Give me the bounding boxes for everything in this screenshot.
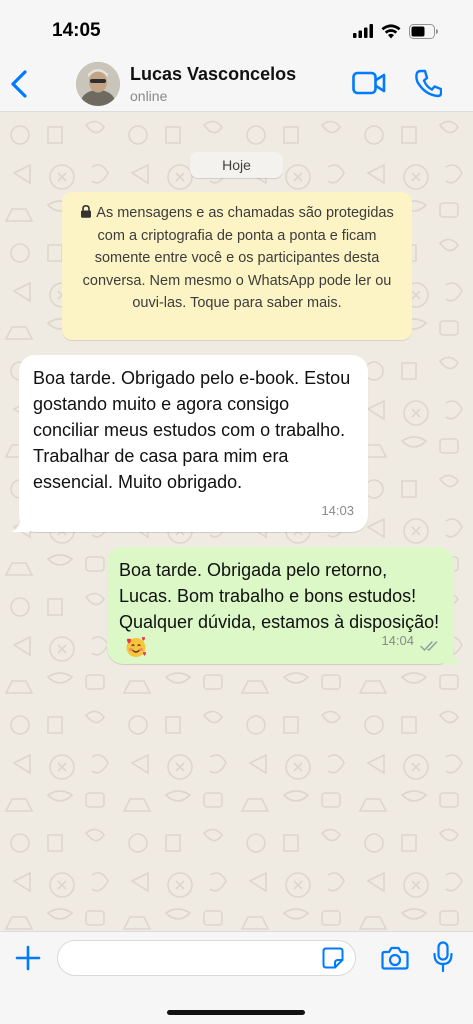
message-bubble-outgoing[interactable]: Boa tarde. Obrigada pelo retorno, Lucas.…: [107, 547, 461, 664]
video-call-icon[interactable]: [352, 70, 386, 96]
message-text-content: Boa tarde. Obrigada pelo retorno, Lucas.…: [119, 560, 440, 632]
encryption-notice-text: As mensagens e as chamadas são protegida…: [82, 205, 394, 311]
microphone-icon[interactable]: [432, 941, 454, 973]
status-time: 14:05: [52, 20, 101, 41]
wifi-icon: [381, 23, 401, 38]
status-bar: 14:05: [0, 0, 473, 56]
bubble-tail: [443, 646, 461, 664]
message-input[interactable]: [57, 940, 356, 976]
chat-header: Lucas Vasconcelos online: [0, 56, 473, 112]
avatar[interactable]: [76, 62, 120, 106]
contact-status: online: [130, 88, 168, 104]
encryption-notice[interactable]: As mensagens e as chamadas são protegida…: [62, 192, 412, 340]
cellular-signal-icon: [353, 24, 373, 38]
smiling-face-with-hearts-icon: [126, 637, 146, 657]
chat-area[interactable]: Hoje As mensagens e as chamadas são prot…: [0, 113, 473, 931]
home-indicator[interactable]: [167, 1010, 305, 1015]
camera-icon[interactable]: [381, 945, 409, 971]
contact-name[interactable]: Lucas Vasconcelos: [130, 64, 296, 85]
back-chevron-icon[interactable]: [8, 68, 32, 100]
message-bubble-incoming[interactable]: Boa tarde. Obrigado pelo e-book. Estou g…: [12, 355, 368, 532]
status-icons: [353, 20, 439, 42]
message-time: 14:03: [321, 503, 354, 518]
lock-icon: [81, 205, 92, 218]
double-check-icon: [420, 641, 438, 651]
bubble-tail: [12, 514, 30, 532]
avatar-photo: [76, 62, 120, 106]
message-text: Boa tarde. Obrigado pelo e-book. Estou g…: [33, 368, 351, 492]
phone-icon[interactable]: [414, 68, 442, 98]
battery-icon: [409, 23, 438, 39]
date-divider: Hoje: [190, 152, 283, 178]
plus-icon[interactable]: [15, 945, 41, 971]
sticker-icon[interactable]: [322, 947, 344, 969]
message-time: 14:04: [381, 633, 414, 648]
